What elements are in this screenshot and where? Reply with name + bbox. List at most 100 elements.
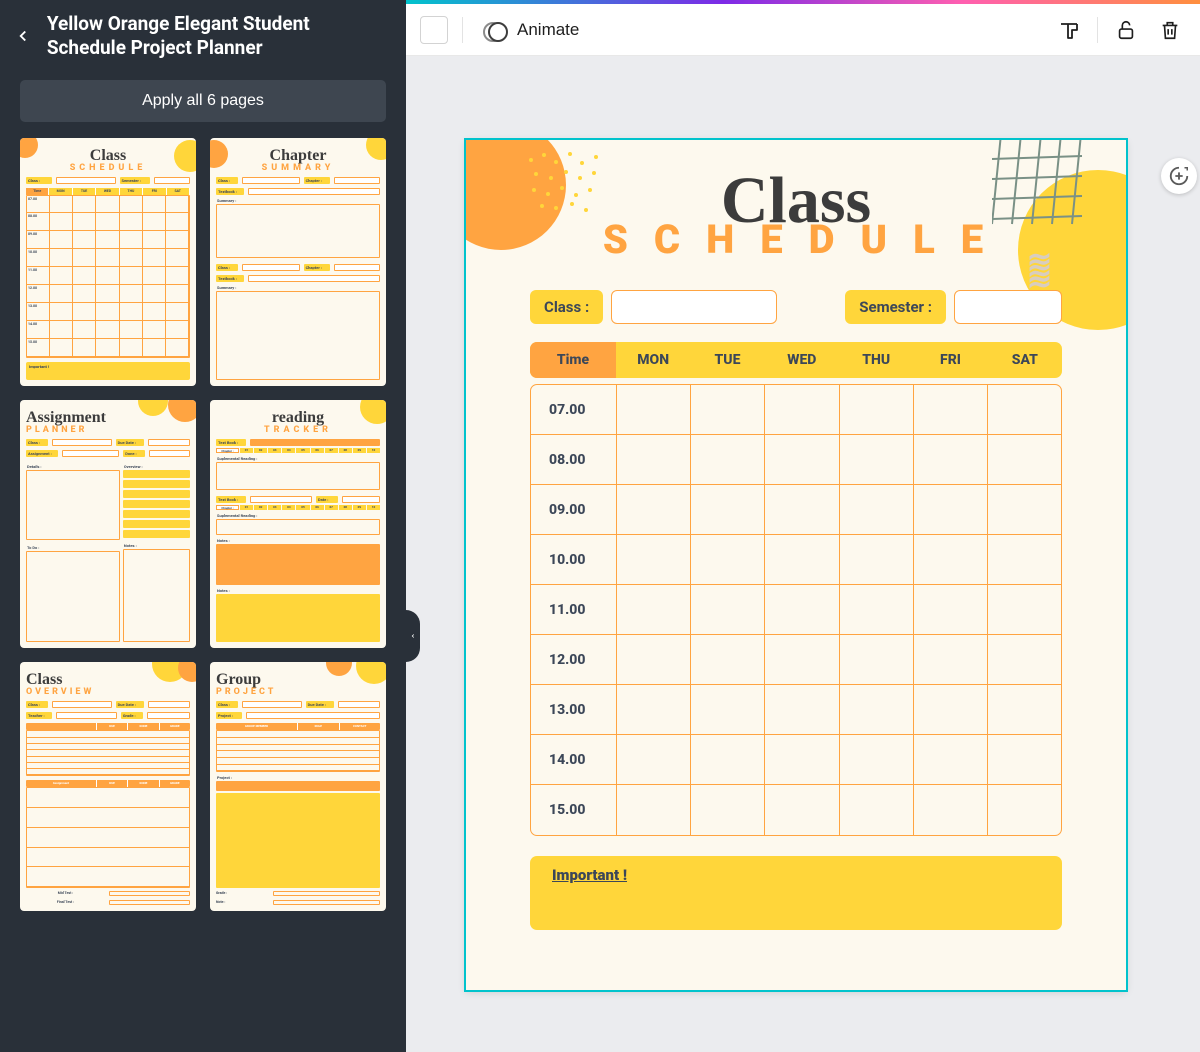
thumb-title-block: PROJECT <box>216 688 380 697</box>
schedule-cell[interactable] <box>840 485 914 534</box>
schedule-cell[interactable] <box>617 485 691 534</box>
animate-label: Animate <box>517 20 579 40</box>
semester-label[interactable]: Semester : <box>845 290 946 324</box>
schedule-row: 08.00 <box>531 435 1061 485</box>
schedule-cell[interactable] <box>691 735 765 784</box>
schedule-cell[interactable] <box>988 535 1061 584</box>
schedule-cell[interactable] <box>988 735 1061 784</box>
schedule-cell[interactable] <box>765 735 839 784</box>
schedule-cell[interactable] <box>765 785 839 835</box>
schedule-cell[interactable] <box>765 585 839 634</box>
page-content: Class SCHEDULE Class : Semester : Time <box>466 140 1126 970</box>
col-mon: MON <box>616 342 690 378</box>
styles-button[interactable] <box>1053 14 1085 46</box>
schedule-cell[interactable] <box>617 385 691 434</box>
schedule-cell[interactable] <box>765 685 839 734</box>
col-tue: TUE <box>690 342 764 378</box>
time-cell: 10.00 <box>531 535 617 584</box>
time-cell: 12.00 <box>531 635 617 684</box>
schedule-cell[interactable] <box>840 685 914 734</box>
schedule-cell[interactable] <box>617 635 691 684</box>
schedule-cell[interactable] <box>765 485 839 534</box>
schedule-cell[interactable] <box>765 635 839 684</box>
semester-input[interactable] <box>954 290 1062 324</box>
schedule-cell[interactable] <box>691 685 765 734</box>
schedule-cell[interactable] <box>765 535 839 584</box>
thumb-title-script: Class <box>26 148 190 164</box>
thumb-title-script: Group <box>216 672 380 688</box>
template-thumbnails: Class SCHEDULE Class : Semester : Time M… <box>0 138 406 931</box>
class-input[interactable] <box>611 290 777 324</box>
schedule-row: 07.00 <box>531 385 1061 435</box>
schedule-cell[interactable] <box>840 785 914 835</box>
schedule-cell[interactable] <box>840 635 914 684</box>
important-box[interactable]: Important ! <box>530 856 1062 930</box>
thumbnail-class-overview[interactable]: Class OVERVIEW Class :Due Date : Teacher… <box>20 662 196 910</box>
schedule-cell[interactable] <box>765 385 839 434</box>
schedule-cell[interactable] <box>840 535 914 584</box>
background-color-swatch[interactable] <box>420 16 448 44</box>
schedule-cell[interactable] <box>914 585 988 634</box>
schedule-cell[interactable] <box>691 485 765 534</box>
schedule-cell[interactable] <box>617 535 691 584</box>
schedule-cell[interactable] <box>988 485 1061 534</box>
schedule-cell[interactable] <box>840 735 914 784</box>
schedule-cell[interactable] <box>840 585 914 634</box>
thumb-title-block: SCHEDULE <box>26 164 190 173</box>
animate-button[interactable]: Animate <box>477 14 585 46</box>
apply-all-pages-button[interactable]: Apply all 6 pages <box>20 80 386 122</box>
schedule-cell[interactable] <box>617 585 691 634</box>
schedule-cell[interactable] <box>914 535 988 584</box>
schedule-cell[interactable] <box>691 385 765 434</box>
schedule-table[interactable]: Time MON TUE WED THU FRI SAT 07.0008.000… <box>530 342 1062 836</box>
schedule-cell[interactable] <box>914 385 988 434</box>
canvas-area[interactable]: ≋≋ Class SCHEDULE Class : Semester : <box>406 56 1200 1052</box>
schedule-cell[interactable] <box>840 385 914 434</box>
time-cell: 13.00 <box>531 685 617 734</box>
thumbnail-reading-tracker[interactable]: reading TRACKER Text Book : Chapter :010… <box>210 400 386 648</box>
schedule-cell[interactable] <box>914 735 988 784</box>
schedule-cell[interactable] <box>988 635 1061 684</box>
thumbnail-assignment-planner[interactable]: Assignment PLANNER Class :Due Date : Ass… <box>20 400 196 648</box>
schedule-cell[interactable] <box>691 785 765 835</box>
schedule-cell[interactable] <box>988 685 1061 734</box>
schedule-row: 10.00 <box>531 535 1061 585</box>
thumbnail-chapter-summary[interactable]: Chapter SUMMARY Class :Chapter : Textboo… <box>210 138 386 386</box>
schedule-cell[interactable] <box>914 485 988 534</box>
schedule-cell[interactable] <box>988 435 1061 484</box>
col-wed: WED <box>765 342 839 378</box>
thumb-title-block: TRACKER <box>216 426 380 435</box>
schedule-cell[interactable] <box>988 585 1061 634</box>
collapse-sidebar-button[interactable] <box>406 610 420 662</box>
schedule-row: 09.00 <box>531 485 1061 535</box>
time-cell: 14.00 <box>531 735 617 784</box>
thumbnail-group-project[interactable]: Group PROJECT Class :Due Date : Project … <box>210 662 386 910</box>
thumbnail-class-schedule[interactable]: Class SCHEDULE Class : Semester : Time M… <box>20 138 196 386</box>
thumb-title-script: Chapter <box>216 148 380 164</box>
schedule-cell[interactable] <box>914 785 988 835</box>
schedule-row: 14.00 <box>531 735 1061 785</box>
schedule-cell[interactable] <box>691 435 765 484</box>
class-label[interactable]: Class : <box>530 290 603 324</box>
design-page[interactable]: ≋≋ Class SCHEDULE Class : Semester : <box>466 140 1126 990</box>
title-block[interactable]: SCHEDULE <box>550 224 1062 256</box>
schedule-cell[interactable] <box>617 785 691 835</box>
schedule-cell[interactable] <box>914 635 988 684</box>
schedule-cell[interactable] <box>840 435 914 484</box>
schedule-cell[interactable] <box>914 685 988 734</box>
time-cell: 15.00 <box>531 785 617 835</box>
schedule-cell[interactable] <box>691 585 765 634</box>
schedule-cell[interactable] <box>988 385 1061 434</box>
delete-button[interactable] <box>1154 14 1186 46</box>
schedule-cell[interactable] <box>914 435 988 484</box>
back-button[interactable] <box>10 17 37 55</box>
lock-button[interactable] <box>1110 14 1142 46</box>
schedule-cell[interactable] <box>617 735 691 784</box>
add-page-button[interactable] <box>1161 158 1197 194</box>
schedule-cell[interactable] <box>691 635 765 684</box>
schedule-cell[interactable] <box>988 785 1061 835</box>
schedule-cell[interactable] <box>617 435 691 484</box>
schedule-cell[interactable] <box>691 535 765 584</box>
schedule-cell[interactable] <box>765 435 839 484</box>
schedule-cell[interactable] <box>617 685 691 734</box>
